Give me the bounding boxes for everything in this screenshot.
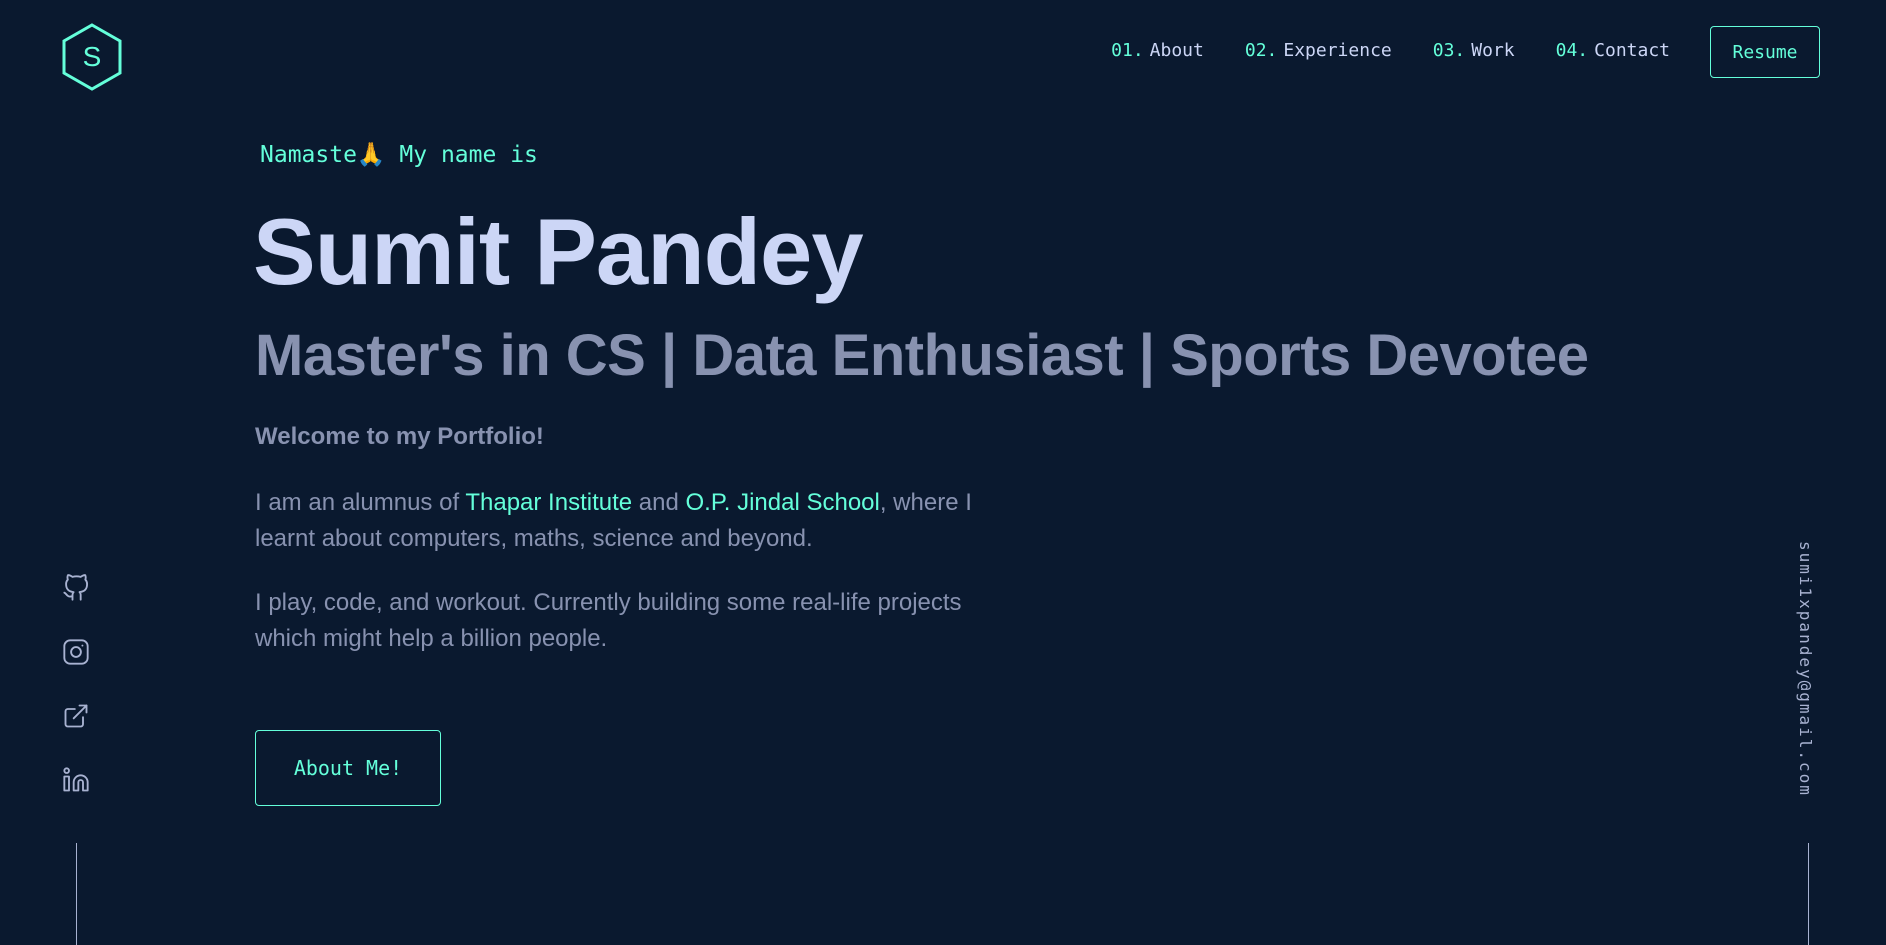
nav-about[interactable]: 01. About [1111,40,1204,61]
nav-label: Experience [1283,40,1392,61]
thapar-institute-link[interactable]: Thapar Institute [465,489,632,516]
bio-text: I am an alumnus of [255,489,466,516]
nav-number: 01. [1111,40,1144,61]
about-me-button[interactable]: About Me! [255,730,441,806]
hero-name: Sumit Pandey [253,199,864,304]
linkedin-link[interactable] [62,766,90,794]
social-links [62,574,90,830]
resume-button[interactable]: Resume [1710,26,1820,78]
external-link[interactable] [62,702,90,730]
instagram-link[interactable] [62,638,90,666]
logo-letter: S [83,41,102,72]
bio-paragraph-education: I am an alumnus of Thapar Institute and … [255,485,995,557]
nav-number: 02. [1244,40,1278,61]
nav-number: 04. [1555,40,1589,61]
nav-label: About [1149,40,1204,61]
welcome-text: Welcome to my Portfolio! [255,423,544,450]
bio-text: and [632,489,686,516]
nav-contact[interactable]: 04. Contact [1556,40,1670,61]
logo[interactable]: S [60,22,124,92]
bio-paragraph-interests: I play, code, and workout. Currently bui… [255,589,962,652]
hero-greeting: Namaste🙏 My name is [260,142,538,168]
nav-label: Work [1471,40,1515,61]
hexagon-logo-icon: S [62,23,122,91]
nav-number: 03. [1432,40,1466,61]
hero-tagline: Master's in CS | Data Enthusiast | Sport… [255,323,1589,388]
right-vertical-line [1808,843,1809,945]
main-nav: 01. About 02. Experience 03. Work 04. Co… [1111,40,1670,61]
instagram-icon [63,639,89,665]
github-icon [63,574,89,601]
nav-label: Contact [1594,40,1670,61]
jindal-school-link[interactable]: O.P. Jindal School [686,489,880,516]
left-vertical-line [76,843,77,945]
nav-experience[interactable]: 02. Experience [1245,40,1392,61]
email-link[interactable]: sumi1xpandey@gmail.com [1796,541,1815,797]
linkedin-icon [63,767,89,792]
github-link[interactable] [62,574,90,602]
nav-work[interactable]: 03. Work [1433,40,1515,61]
external-link-icon [64,704,88,728]
